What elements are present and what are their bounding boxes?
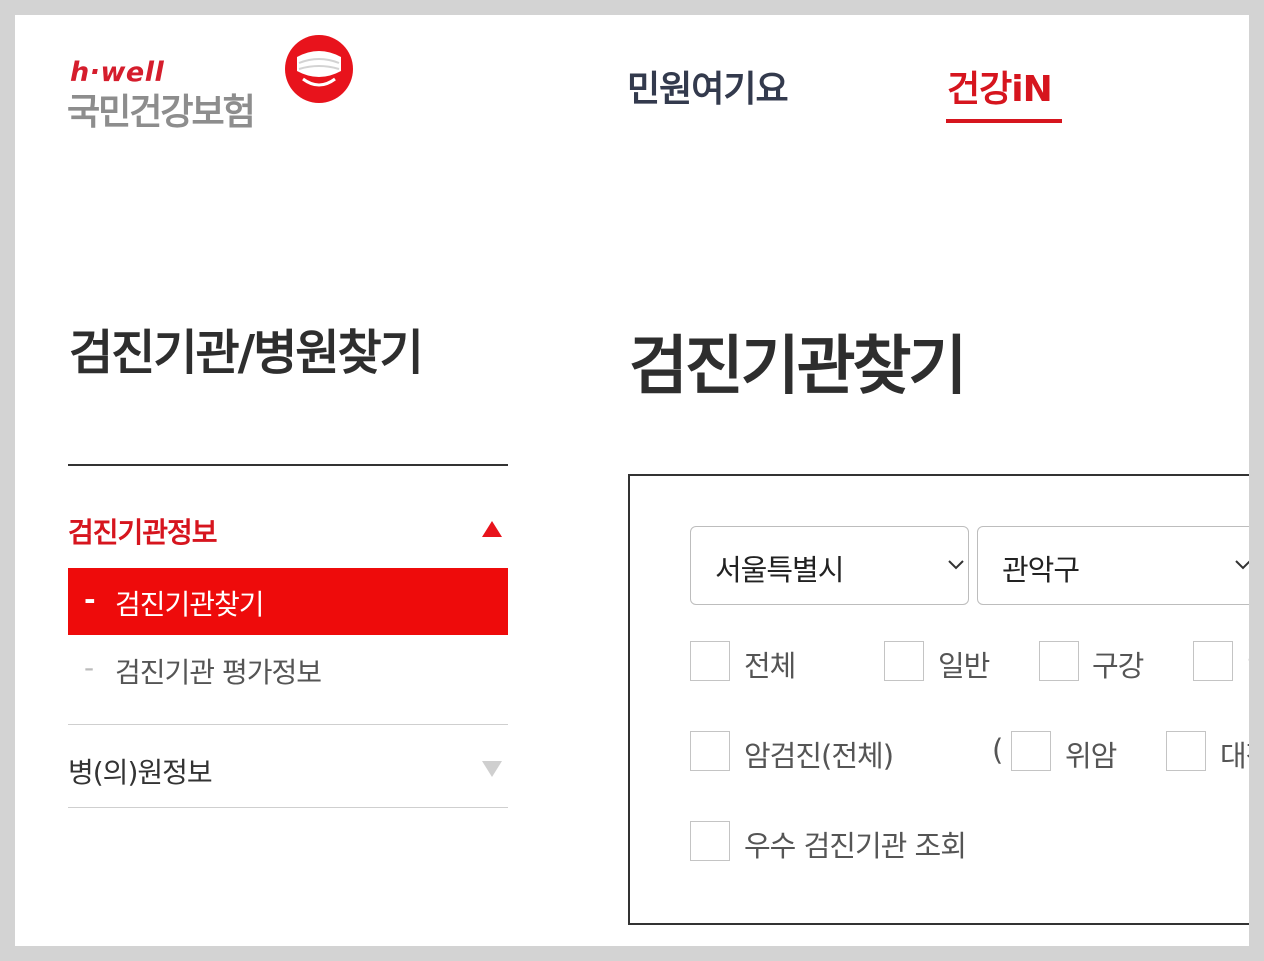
checkbox-infant[interactable] (1193, 641, 1233, 681)
checkbox-all-label: 전체 (744, 649, 796, 683)
caret-up-icon (482, 521, 502, 537)
district-select[interactable]: 관악구 (977, 526, 1249, 605)
menu-separator (68, 724, 508, 725)
page: h·well 국민건강보험 민원여기요 건강iN 검진기관/병원찾기 검진기관정… (15, 15, 1249, 946)
submenu-evaluation-info-label: 검진기관 평가정보 (115, 656, 322, 689)
checkbox-excellent-center[interactable] (690, 821, 730, 861)
checkbox-excellent-center-label: 우수 검진기관 조회 (744, 829, 967, 863)
mask-mascot-icon (285, 35, 353, 103)
submenu-find-checkup-center-label: 검진기관찾기 (115, 588, 265, 621)
checkbox-general[interactable] (884, 641, 924, 681)
logo-name: 국민건강보험 (67, 92, 256, 133)
nav-civil-service[interactable]: 민원여기요 (627, 60, 789, 112)
checkbox-colon-cancer[interactable] (1166, 731, 1206, 771)
chevron-down-icon (948, 560, 964, 570)
chevron-down-icon (1235, 560, 1249, 570)
checkbox-oral[interactable] (1039, 641, 1079, 681)
nhis-logo[interactable]: h·well 국민건강보험 (67, 33, 367, 133)
menu-hospital-info-label: 병(의)원정보 (68, 756, 213, 789)
submenu-evaluation-info[interactable]: - 검진기관 평가정보 (68, 647, 508, 691)
page-title: 검진기관찾기 (629, 330, 967, 404)
dash-marker: - (84, 651, 95, 684)
dash-marker: - (84, 583, 96, 616)
nav-health-in[interactable]: 건강iN (947, 60, 1053, 112)
menu-hospital-info[interactable]: 병(의)원정보 (68, 747, 508, 789)
menu-separator (68, 807, 508, 808)
checkbox-colon-cancer-label: 대장 (1220, 739, 1249, 773)
sidebar-divider (68, 464, 508, 466)
district-select-value: 관악구 (1002, 553, 1080, 587)
caret-down-icon (482, 761, 502, 777)
paren-open: ( (992, 733, 1004, 767)
region-select-value: 서울특별시 (715, 553, 844, 587)
checkbox-oral-label: 구강 (1092, 649, 1144, 683)
checkbox-cancer-all[interactable] (690, 731, 730, 771)
menu-checkup-info[interactable]: 검진기관정보 (68, 507, 508, 549)
checkbox-stomach-cancer[interactable] (1011, 731, 1051, 771)
nav-active-underline (946, 119, 1062, 123)
checkbox-infant-label: 영 (1247, 643, 1249, 685)
region-select[interactable]: 서울특별시 (690, 526, 969, 605)
sidebar-title: 검진기관/병원찾기 (69, 325, 424, 381)
checkbox-cancer-all-label: 암검진(전체) (744, 739, 894, 773)
menu-checkup-info-label: 검진기관정보 (68, 516, 218, 549)
checkbox-all[interactable] (690, 641, 730, 681)
checkbox-general-label: 일반 (938, 649, 990, 683)
submenu-find-checkup-center[interactable]: - 검진기관찾기 (68, 568, 508, 635)
checkbox-stomach-cancer-label: 위암 (1065, 739, 1117, 773)
